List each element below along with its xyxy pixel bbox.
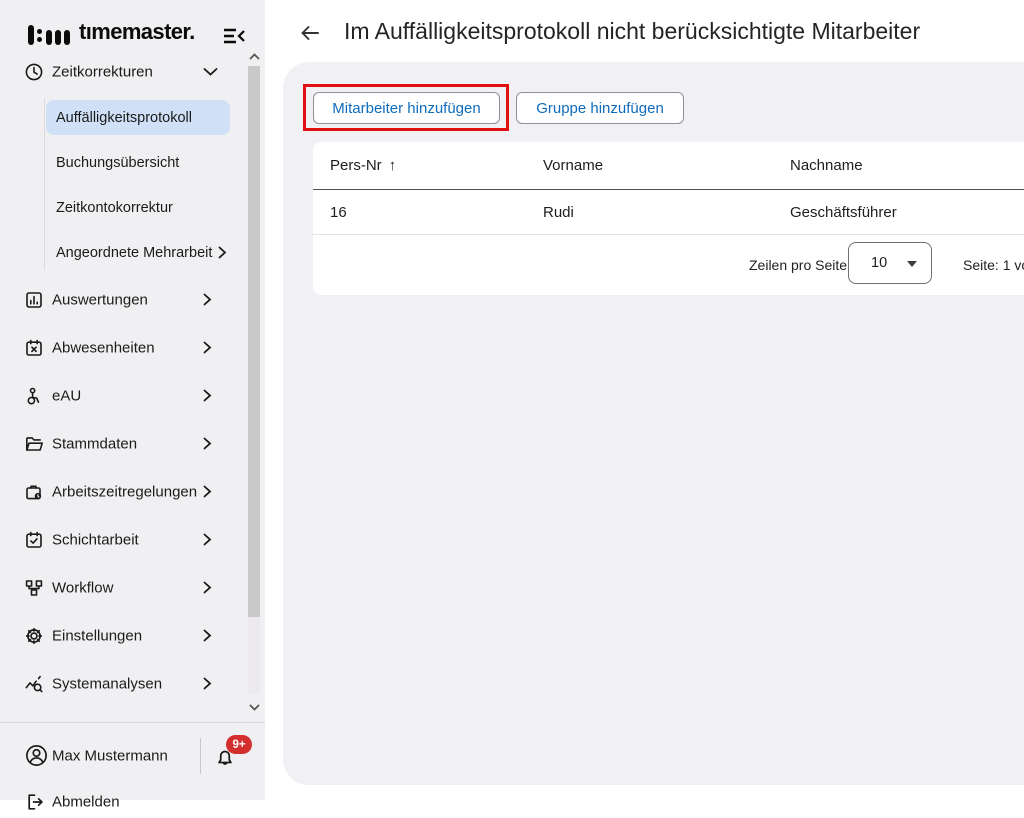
- table-row: 16 Rudi Geschäftsführer: [313, 190, 1024, 235]
- chevron-right-icon: [203, 341, 213, 355]
- scroll-down-icon[interactable]: [244, 698, 264, 716]
- sidebar-item-angeordnete-mehrarbeit[interactable]: Angeordnete Mehrarbeit: [46, 235, 244, 270]
- cell-vorname: Rudi: [543, 204, 790, 221]
- chevron-right-icon: [203, 581, 213, 595]
- sidebar-item-arbeitszeitregelungen[interactable]: Arbeitszeitregelungen: [0, 476, 248, 508]
- sidebar-item-stammdaten[interactable]: Stammdaten: [0, 428, 248, 460]
- logout-icon: [25, 792, 45, 812]
- cell-nachname: Geschäftsführer: [790, 204, 1024, 221]
- sidebar-item-label: eAU: [52, 388, 81, 405]
- table-header-row: Pers-Nr ↑ Vorname Nachname: [313, 142, 1024, 190]
- page-info: Seite: 1 vo: [963, 257, 1024, 273]
- sidebar-item-einstellungen[interactable]: Einstellungen: [0, 620, 248, 652]
- sidebar-item-buchungsuebersicht[interactable]: Buchungsübersicht: [46, 145, 230, 180]
- logo-text: tımemaster.: [79, 19, 195, 45]
- sidebar-item-label: Angeordnete Mehrarbeit: [56, 245, 212, 261]
- sort-ascending-icon: ↑: [389, 157, 397, 174]
- add-employee-button[interactable]: Mitarbeiter hinzufügen: [313, 92, 500, 124]
- sidebar-item-label: Buchungsübersicht: [56, 155, 179, 171]
- logo: tımemaster.: [0, 10, 265, 46]
- pagination-bar: Zeilen pro Seite 10 Seite: 1 vo: [313, 235, 1024, 294]
- sidebar-collapse-icon[interactable]: [220, 23, 248, 49]
- employee-table: Pers-Nr ↑ Vorname Nachname 16 Rudi Gesch…: [313, 142, 1024, 295]
- sidebar-item-label: Workflow: [52, 580, 113, 597]
- chevron-right-icon: [203, 485, 213, 499]
- sidebar-item-zeitkontokorrektur[interactable]: Zeitkontokorrektur: [46, 190, 230, 225]
- sidebar-item-label: Arbeitszeitregelungen: [52, 484, 197, 501]
- sidebar: tımemaster. Zeitkorrekturen Auffälligkei…: [0, 0, 265, 800]
- column-label: Pers-Nr: [330, 157, 382, 174]
- person-wheelchair-icon: [24, 386, 44, 406]
- sidebar-item-auffaelligkeitsprotokoll[interactable]: Auffälligkeitsprotokoll: [46, 100, 230, 135]
- chevron-right-icon: [203, 677, 213, 691]
- sidebar-item-zeitkorrekturen[interactable]: Zeitkorrekturen: [0, 56, 248, 88]
- clock-icon: [24, 62, 44, 82]
- calendar-check-icon: [24, 530, 44, 550]
- workflow-icon: [24, 578, 44, 598]
- add-group-button[interactable]: Gruppe hinzufügen: [516, 92, 684, 124]
- chart-search-icon: [24, 674, 44, 694]
- sidebar-item-workflow[interactable]: Workflow: [0, 572, 248, 604]
- sidebar-item-label: Abwesenheiten: [52, 340, 155, 357]
- sidebar-item-label: Systemanalysen: [52, 676, 162, 693]
- column-header-vorname[interactable]: Vorname: [543, 157, 790, 174]
- notification-badge[interactable]: 9+: [226, 735, 252, 754]
- user-name[interactable]: Max Mustermann: [52, 748, 168, 765]
- sidebar-scrollbar-thumb[interactable]: [248, 66, 260, 617]
- footer-divider: [200, 738, 201, 774]
- scroll-up-icon[interactable]: [244, 47, 264, 65]
- sidebar-footer-divider: [0, 722, 265, 723]
- gear-icon: [24, 626, 44, 646]
- rows-per-page-value: 10: [871, 255, 887, 271]
- cell-pers-nr: 16: [330, 204, 543, 221]
- bar-chart-icon: [24, 290, 44, 310]
- chevron-down-icon: [203, 67, 218, 77]
- sidebar-item-label: Zeitkorrekturen: [52, 64, 153, 81]
- sidebar-item-abmelden[interactable]: Abmelden: [0, 786, 265, 818]
- column-header-nachname[interactable]: Nachname: [790, 157, 1024, 174]
- dropdown-caret-icon: [907, 261, 917, 267]
- content-card: Mitarbeiter hinzufügen Gruppe hinzufügen…: [283, 62, 1024, 785]
- chevron-right-icon: [203, 629, 213, 643]
- sidebar-item-eau[interactable]: eAU: [0, 380, 248, 412]
- sidebar-item-abwesenheiten[interactable]: Abwesenheiten: [0, 332, 248, 364]
- chevron-right-icon: [203, 533, 213, 547]
- sidebar-item-systemanalysen[interactable]: Systemanalysen: [0, 668, 248, 700]
- nav-indent-guide: [44, 98, 45, 270]
- rows-per-page-select[interactable]: 10: [848, 242, 932, 284]
- folder-open-icon: [24, 434, 44, 454]
- rows-per-page-label: Zeilen pro Seite: [749, 257, 847, 273]
- sidebar-item-schichtarbeit[interactable]: Schichtarbeit: [0, 524, 248, 556]
- page-title: Im Auffälligkeitsprotokoll nicht berücks…: [344, 18, 920, 45]
- chevron-right-icon: [203, 389, 213, 403]
- sidebar-item-label: Abmelden: [52, 794, 120, 811]
- calendar-x-icon: [24, 338, 44, 358]
- sidebar-item-label: Auffälligkeitsprotokoll: [56, 110, 192, 126]
- timemaster-logo-icon: [28, 25, 74, 45]
- sidebar-item-label: Stammdaten: [52, 436, 137, 453]
- chevron-right-icon: [218, 246, 227, 259]
- sidebar-item-auswertungen[interactable]: Auswertungen: [0, 284, 248, 316]
- back-button[interactable]: [296, 19, 324, 47]
- sidebar-item-label: Schichtarbeit: [52, 532, 139, 549]
- column-header-pers-nr[interactable]: Pers-Nr ↑: [330, 157, 543, 174]
- user-avatar-icon[interactable]: [25, 744, 48, 767]
- briefcase-clock-icon: [24, 482, 44, 502]
- sidebar-item-label: Zeitkontokorrektur: [56, 200, 173, 216]
- sidebar-item-label: Auswertungen: [52, 292, 148, 309]
- sidebar-footer: Max Mustermann 9+: [0, 738, 265, 774]
- sidebar-item-label: Einstellungen: [52, 628, 142, 645]
- chevron-right-icon: [203, 437, 213, 451]
- chevron-right-icon: [203, 293, 213, 307]
